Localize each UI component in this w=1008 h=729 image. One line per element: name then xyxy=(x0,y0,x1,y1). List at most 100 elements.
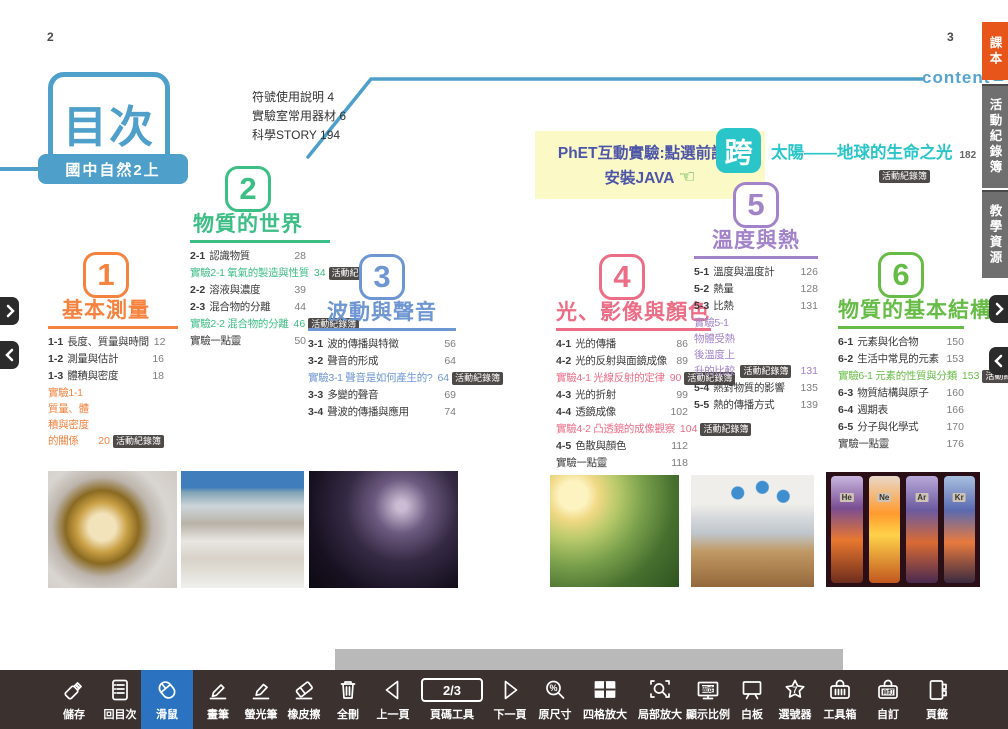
toc-row[interactable]: 4-1光的傳播86 xyxy=(556,336,688,352)
toc-row[interactable]: 1-3體積與密度18 xyxy=(48,368,164,384)
toc-item-page: 46 xyxy=(289,316,306,332)
left-panel-open-button[interactable] xyxy=(0,297,19,325)
activity-book-tag[interactable]: 活動紀錄簿 xyxy=(879,170,930,183)
toolbar-item-toc[interactable]: 回目次 xyxy=(96,670,144,729)
toc-row[interactable]: 1-2測量與估計16 xyxy=(48,351,164,367)
toolbar-item-label: 局部放大 xyxy=(638,706,682,722)
chapter-title: 物質的世界 xyxy=(190,212,306,238)
logo-connector-line xyxy=(0,167,38,171)
gas-tube-label: Kr xyxy=(953,493,966,502)
toolbar-item-label: 全刪 xyxy=(337,706,359,722)
toc-row[interactable]: 2-1認識物質28 xyxy=(190,248,306,264)
toc-row[interactable]: 2-2溶液與濃度39 xyxy=(190,282,306,298)
toc-row[interactable]: 6-1元素與化合物150 xyxy=(838,334,964,350)
chapter-number-badge: 3 xyxy=(359,254,405,300)
toolbar-item-pen[interactable]: 畫筆 xyxy=(194,670,242,729)
toc-row[interactable]: 3-2聲音的形成64 xyxy=(308,353,456,369)
toc-row[interactable]: 5-4熱對物質的影響135 xyxy=(694,380,818,396)
toc-row[interactable]: 6-4週期表166 xyxy=(838,402,964,418)
activity-book-tag[interactable]: 活動紀錄簿 xyxy=(700,423,751,436)
toc-item-title: 生活中常見的元素 xyxy=(857,351,939,367)
toc-title: 目次 xyxy=(63,91,155,155)
toc-row[interactable]: 5-3比熱131 xyxy=(694,298,818,314)
right-page-forward-button[interactable] xyxy=(989,295,1008,323)
toolbar-item-label: 回目次 xyxy=(104,706,137,722)
toc-item-title: 光的反射與面鏡成像 xyxy=(575,353,667,369)
toc-item-number: 6-4 xyxy=(838,402,853,418)
toolbar-item-label: 自訂 xyxy=(877,706,899,722)
toolbar-item-toolbox[interactable]: 工具箱 xyxy=(816,670,864,729)
toolbar-item-prev[interactable]: 上一頁 xyxy=(369,670,417,729)
toc-row[interactable]: 實驗1-1 質量、體積與密度的關係20活動紀錄簿 xyxy=(48,385,164,449)
toolbar-item-picker[interactable]: 7選號器 xyxy=(771,670,819,729)
toolbar-item-next[interactable]: 下一頁 xyxy=(486,670,534,729)
activity-book-tag[interactable]: 活動紀錄簿 xyxy=(452,372,503,385)
toc-row[interactable]: 6-2生活中常見的元素153 xyxy=(838,351,964,367)
quad-icon xyxy=(591,675,619,705)
tab-teaching-resources[interactable]: 教學資源 xyxy=(982,190,1008,278)
toolbar-item-save[interactable]: 儲存 xyxy=(50,670,98,729)
chapter-1-section: 1 基本測量 1-1長度、質量與時間121-2測量與估計161-3體積與密度18… xyxy=(48,252,164,450)
toc-row[interactable]: 3-4聲波的傳播與應用74 xyxy=(308,404,456,420)
toc-row[interactable]: 實驗一點靈50 xyxy=(190,333,306,349)
toc-row[interactable]: 實驗4-1 光線反射的定律90活動紀錄簿 xyxy=(556,370,688,386)
toolbar-item-label: 選號器 xyxy=(779,706,812,722)
toolbar-item-board[interactable]: 白板 xyxy=(728,670,776,729)
toc-row[interactable]: 5-5熱的傳播方式139 xyxy=(694,397,818,413)
toc-row[interactable]: 5-1溫度與溫度計126 xyxy=(694,264,818,280)
cross-feature-title: 太陽——地球的生命之光 xyxy=(771,139,953,163)
toc-row[interactable]: 實驗6-1 元素的性質與分類153活動紀錄簿 xyxy=(838,368,964,384)
right-panel-open-button[interactable] xyxy=(989,347,1008,375)
toolbar-item-pagebox[interactable]: 2/3頁碼工具 xyxy=(417,670,487,729)
left-page-back-button[interactable] xyxy=(0,341,19,369)
chapter-underline xyxy=(190,240,330,243)
toc-item-title: 實驗1-1 質量、體積與密度的關係 xyxy=(48,385,93,449)
toc-item-title: 透鏡成像 xyxy=(575,404,616,420)
toolbar-item-origsize[interactable]: %原尺寸 xyxy=(531,670,579,729)
toc-item-number: 5-3 xyxy=(694,298,709,314)
gas-tube-label: Ar xyxy=(915,493,928,502)
toolbar-item-eraser[interactable]: 橡皮擦 xyxy=(280,670,328,729)
toc-row[interactable]: 4-4透鏡成像102 xyxy=(556,404,688,420)
toc-row[interactable]: 實驗一點靈118 xyxy=(556,455,688,471)
toolbar-item-highlighter[interactable]: 螢光筆 xyxy=(237,670,285,729)
toc-row[interactable]: 3-1波的傳播與特徵56 xyxy=(308,336,456,352)
page-indicator-value[interactable]: 2/3 xyxy=(421,678,483,702)
toc-row[interactable]: 實驗一點靈176 xyxy=(838,436,964,452)
chapter-title: 基本測量 xyxy=(48,298,164,324)
toc-row[interactable]: 5-2熱量128 xyxy=(694,281,818,297)
toc-row[interactable]: 3-3多變的聲音69 xyxy=(308,387,456,403)
activity-book-tag[interactable]: 活動紀錄簿 xyxy=(113,435,164,448)
toc-row[interactable]: 實驗4-2 凸透鏡的成像觀察104活動紀錄簿 xyxy=(556,421,688,437)
toolbar-item-custom[interactable]: 自訂自訂 xyxy=(864,670,912,729)
toc-row[interactable]: 實驗5-1 物體受熱後溫度上升的比較活動紀錄簿131 xyxy=(694,315,818,379)
toolbar-handle[interactable] xyxy=(335,649,843,670)
toc-row[interactable]: 實驗2-1 氧氣的製造與性質34活動紀錄簿 xyxy=(190,265,306,281)
svg-text:%: % xyxy=(549,683,557,693)
toolbar-item-ratio[interactable]: 固定顯示比例 xyxy=(684,670,732,729)
cross-feature-entry[interactable]: 跨 太陽——地球的生命之光 182 活動紀錄簿 xyxy=(716,128,976,190)
toolbar-item-partial[interactable]: 局部放大 xyxy=(636,670,684,729)
toolbar-item-mouse[interactable]: 滑鼠 xyxy=(141,670,193,729)
toc-item-title: 混合物的分離 xyxy=(209,299,270,315)
toc-row[interactable]: 實驗2-2 混合物的分離46活動紀錄簿 xyxy=(190,316,306,332)
toc-item-page: 126 xyxy=(795,264,818,280)
toolbar-item-tabs[interactable]: 頁籤 xyxy=(913,670,961,729)
photo-drum-splash xyxy=(309,471,458,588)
toolbar-item-quad[interactable]: 四格放大 xyxy=(581,670,629,729)
toc-row[interactable]: 實驗3-1 聲音是如何產生的?64活動紀錄簿 xyxy=(308,370,456,386)
toc-row[interactable]: 1-1長度、質量與時間12 xyxy=(48,334,164,350)
tab-textbook[interactable]: 課本 xyxy=(982,22,1008,80)
toc-row[interactable]: 2-3混合物的分離44 xyxy=(190,299,306,315)
toc-row[interactable]: 6-5分子與化學式170 xyxy=(838,419,964,435)
toc-row[interactable]: 4-2光的反射與面鏡成像89 xyxy=(556,353,688,369)
toc-item-title: 實驗2-2 混合物的分離 xyxy=(190,316,289,332)
tab-activity-book[interactable]: 活動紀錄簿 xyxy=(982,84,1008,188)
toc-row[interactable]: 4-5色散與顏色112 xyxy=(556,438,688,454)
toc-row[interactable]: 4-3光的折射99 xyxy=(556,387,688,403)
toolbar-item-label: 四格放大 xyxy=(583,706,627,722)
toc-row[interactable]: 6-3物質結構與原子160 xyxy=(838,385,964,401)
toolbar-item-trash[interactable]: 全刪 xyxy=(324,670,372,729)
chapter-underline xyxy=(838,326,964,329)
activity-book-tag[interactable]: 活動紀錄簿 xyxy=(740,365,791,378)
